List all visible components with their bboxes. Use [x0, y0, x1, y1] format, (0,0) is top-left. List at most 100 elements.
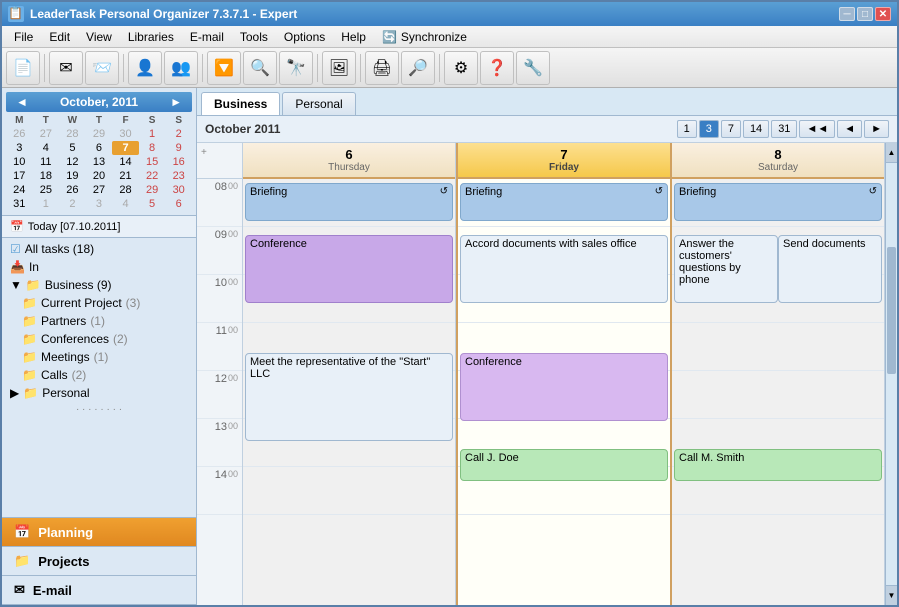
- people-button[interactable]: 👥: [164, 51, 198, 85]
- cal-day[interactable]: 14: [112, 155, 139, 169]
- close-button[interactable]: ✕: [875, 7, 891, 21]
- event-send-docs-8[interactable]: Send documents: [778, 235, 882, 303]
- event-briefing-8[interactable]: Briefing ↺: [674, 183, 882, 221]
- cal-day[interactable]: 23: [165, 169, 192, 183]
- calendar-next-button[interactable]: ►: [166, 95, 186, 109]
- cal-day[interactable]: 27: [33, 127, 60, 141]
- event-briefing-7[interactable]: Briefing ↺: [460, 183, 668, 221]
- event-conference-6[interactable]: Conference: [245, 235, 453, 303]
- cal-day[interactable]: 28: [112, 183, 139, 197]
- cal-day[interactable]: 2: [59, 197, 86, 211]
- cal-day[interactable]: 16: [165, 155, 192, 169]
- tab-business[interactable]: Business: [201, 92, 280, 115]
- personal-item[interactable]: ▶ 📁 Personal: [2, 384, 196, 402]
- filter-button[interactable]: 🔽: [207, 51, 241, 85]
- cal-day[interactable]: 9: [165, 141, 192, 155]
- menu-libraries[interactable]: Libraries: [120, 28, 182, 46]
- email-button[interactable]: ✉: [49, 51, 83, 85]
- cal-day[interactable]: 26: [6, 127, 33, 141]
- menu-help[interactable]: Help: [333, 28, 374, 46]
- menu-view[interactable]: View: [78, 28, 120, 46]
- cal-day[interactable]: 17: [6, 169, 33, 183]
- business-item[interactable]: ▼ 📁 Business (9): [2, 276, 196, 294]
- help-button[interactable]: ❓: [480, 51, 514, 85]
- binoculars-button[interactable]: 🔭: [279, 51, 313, 85]
- menu-tools[interactable]: Tools: [232, 28, 276, 46]
- cal-day[interactable]: 4: [33, 141, 60, 155]
- cal-day[interactable]: 28: [59, 127, 86, 141]
- event-briefing-6[interactable]: Briefing ↺: [245, 183, 453, 221]
- cal-day[interactable]: 10: [6, 155, 33, 169]
- partners-item[interactable]: 📁 Partners (1): [2, 312, 196, 330]
- days-scroll-area[interactable]: 6 Thursday: [243, 143, 885, 605]
- nav-forward[interactable]: ►: [864, 120, 889, 138]
- cal-day[interactable]: 4: [112, 197, 139, 211]
- view-7day[interactable]: 7: [721, 120, 741, 138]
- event-meet-rep-6[interactable]: Meet the representative of the "Start" L…: [245, 353, 453, 441]
- cal-day[interactable]: 12: [59, 155, 86, 169]
- cal-day[interactable]: 18: [33, 169, 60, 183]
- cal-day[interactable]: 30: [112, 127, 139, 141]
- image-button[interactable]: 🖼: [322, 51, 356, 85]
- event-answer-customers-8[interactable]: Answer the customers' questions by phone: [674, 235, 778, 303]
- nav-back-far[interactable]: ◄◄: [799, 120, 835, 138]
- conferences-item[interactable]: 📁 Conferences (2): [2, 330, 196, 348]
- wizard-button[interactable]: 🔧: [516, 51, 550, 85]
- cal-day[interactable]: 30: [165, 183, 192, 197]
- cal-day[interactable]: 1: [139, 127, 166, 141]
- cal-day[interactable]: 24: [6, 183, 33, 197]
- projects-nav-button[interactable]: 📁 Projects: [2, 547, 196, 576]
- cal-day[interactable]: 19: [59, 169, 86, 183]
- cal-day[interactable]: 5: [59, 141, 86, 155]
- cal-day[interactable]: 15: [139, 155, 166, 169]
- cal-day[interactable]: 27: [86, 183, 113, 197]
- cal-day[interactable]: 3: [6, 141, 33, 155]
- settings-button[interactable]: ⚙: [444, 51, 478, 85]
- cal-day[interactable]: 2: [165, 127, 192, 141]
- view-1day[interactable]: 1: [677, 120, 697, 138]
- cal-day[interactable]: 22: [139, 169, 166, 183]
- event-call-jdoe-7[interactable]: Call J. Doe: [460, 449, 668, 481]
- meetings-item[interactable]: 📁 Meetings (1): [2, 348, 196, 366]
- cal-day[interactable]: 6: [165, 197, 192, 211]
- cal-day[interactable]: 1: [33, 197, 60, 211]
- cal-day[interactable]: 21: [112, 169, 139, 183]
- view-14day[interactable]: 14: [743, 120, 769, 138]
- scroll-up-button[interactable]: ▲: [886, 143, 897, 163]
- cal-day[interactable]: 31: [6, 197, 33, 211]
- all-tasks-item[interactable]: ☑ All tasks (18): [2, 240, 196, 258]
- cal-day[interactable]: 11: [33, 155, 60, 169]
- cal-day[interactable]: 3: [86, 197, 113, 211]
- today-link[interactable]: 📅 Today [07.10.2011]: [2, 216, 196, 238]
- cal-day-today[interactable]: 7: [112, 141, 139, 155]
- contacts-button[interactable]: 👤: [128, 51, 162, 85]
- cal-day[interactable]: 20: [86, 169, 113, 183]
- menu-edit[interactable]: Edit: [41, 28, 78, 46]
- scroll-down-button[interactable]: ▼: [886, 585, 897, 605]
- menu-email[interactable]: E-mail: [182, 28, 232, 46]
- cal-day[interactable]: 6: [86, 141, 113, 155]
- cal-day[interactable]: 13: [86, 155, 113, 169]
- add-event-button[interactable]: +: [197, 143, 242, 162]
- event-conference-7[interactable]: Conference: [460, 353, 668, 421]
- in-item[interactable]: 📥 In: [2, 258, 196, 276]
- calls-item[interactable]: 📁 Calls (2): [2, 366, 196, 384]
- current-project-item[interactable]: 📁 Current Project (3): [2, 294, 196, 312]
- view-31day[interactable]: 31: [771, 120, 797, 138]
- preview-button[interactable]: 🔎: [401, 51, 435, 85]
- cal-day[interactable]: 29: [139, 183, 166, 197]
- cal-day[interactable]: 25: [33, 183, 60, 197]
- minimize-button[interactable]: ─: [839, 7, 855, 21]
- cal-day[interactable]: 29: [86, 127, 113, 141]
- maximize-button[interactable]: □: [857, 7, 873, 21]
- menu-file[interactable]: File: [6, 28, 41, 46]
- print-button[interactable]: 🖨: [365, 51, 399, 85]
- cal-day[interactable]: 26: [59, 183, 86, 197]
- menu-sync[interactable]: 🔄Synchronize: [374, 28, 475, 46]
- nav-back[interactable]: ◄: [837, 120, 862, 138]
- cal-day[interactable]: 8: [139, 141, 166, 155]
- event-call-msmith-8[interactable]: Call M. Smith: [674, 449, 882, 481]
- planning-nav-button[interactable]: 📅 Planning: [2, 518, 196, 547]
- search-button[interactable]: 🔍: [243, 51, 277, 85]
- calendar-prev-button[interactable]: ◄: [12, 95, 32, 109]
